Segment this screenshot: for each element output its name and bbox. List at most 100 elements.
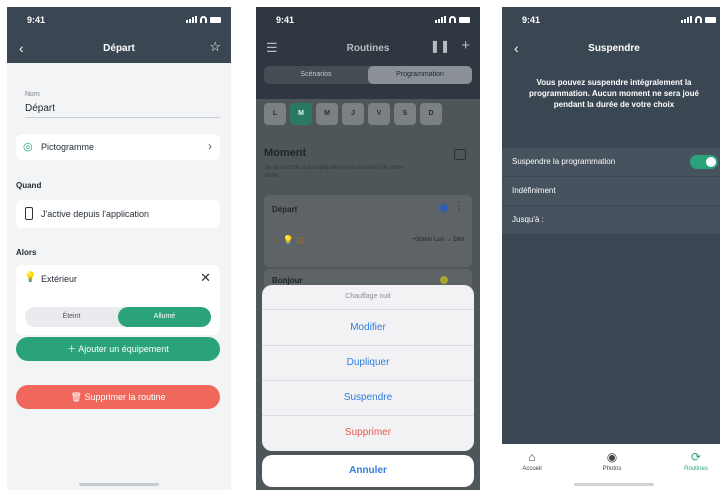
segment-off[interactable]: Éteint bbox=[25, 307, 118, 327]
name-label: Nom bbox=[25, 91, 40, 98]
battery-icon bbox=[210, 16, 221, 23]
duplicate-action[interactable]: Dupliquer bbox=[262, 345, 474, 381]
routines-icon: ⟳ bbox=[690, 450, 702, 464]
indefinitely-row[interactable]: Indéfiniment bbox=[502, 177, 720, 206]
status-dot-icon bbox=[440, 204, 448, 212]
pictogram-row[interactable]: ◎ Pictogramme › bbox=[16, 134, 220, 160]
trigger-row[interactable]: J'active depuis l'application bbox=[16, 200, 220, 228]
home-indicator bbox=[79, 483, 159, 486]
tab-home[interactable]: ⌂ Accueil bbox=[502, 450, 562, 472]
day-2[interactable]: M bbox=[316, 103, 338, 125]
tab-routines[interactable]: ⟳ Routines bbox=[666, 450, 720, 472]
wifi-icon bbox=[200, 16, 207, 23]
wifi-icon bbox=[695, 16, 702, 23]
trigger-label: J'active depuis l'application bbox=[41, 209, 149, 219]
tab-home-label: Accueil bbox=[522, 466, 542, 472]
camera-icon: ◉ bbox=[606, 450, 618, 464]
tab-routines-label: Routines bbox=[684, 466, 708, 472]
more-icon[interactable]: ⋮ bbox=[454, 201, 464, 212]
nav-bar: ‹ Suspendre bbox=[502, 33, 720, 63]
action-sheet-title: Chauffage nuit bbox=[262, 285, 474, 310]
status-bar: 9:41 bbox=[7, 7, 231, 33]
status-bar: 9:41 bbox=[502, 7, 720, 33]
when-title: Quand bbox=[16, 181, 42, 190]
tab-photos[interactable]: ◉ Photos bbox=[582, 450, 642, 472]
action-sheet: Chauffage nuit Modifier Dupliquer Suspen… bbox=[262, 285, 474, 451]
routine-card-depart[interactable]: Départ ⋮ ♨ 💡 ▤ +30min Lun → Dim bbox=[264, 195, 472, 267]
wifi-icon bbox=[449, 16, 456, 23]
star-icon[interactable]: ☆ bbox=[209, 39, 221, 55]
day-5[interactable]: S bbox=[394, 103, 416, 125]
routine-card-title: Bonjour bbox=[272, 276, 303, 285]
moment-description: Se déclenche automatiquement au moment d… bbox=[264, 165, 404, 179]
day-4[interactable]: V bbox=[368, 103, 390, 125]
calendar-icon[interactable] bbox=[454, 149, 466, 160]
routines-screen: 9:41 ☰ Routines ❚❚ + Scénarios Programma… bbox=[256, 7, 480, 490]
delete-routine-label: Supprimer la routine bbox=[84, 392, 166, 402]
close-icon[interactable]: ✕ bbox=[200, 270, 211, 286]
status-dot-icon bbox=[440, 276, 448, 284]
delete-routine-button[interactable]: 🗑 Supprimer la routine bbox=[16, 385, 220, 409]
status-bar: 9:41 bbox=[256, 7, 480, 33]
moment-title: Moment bbox=[264, 147, 307, 159]
device-name: Extérieur bbox=[41, 274, 78, 284]
suspend-label: Suspendre la programmation bbox=[512, 157, 616, 166]
day-selector: LMMJVSD bbox=[264, 103, 442, 125]
bulb-icon: 💡 bbox=[24, 272, 37, 283]
pause-icon[interactable]: ❚❚ bbox=[430, 39, 450, 53]
signal-icon bbox=[435, 16, 446, 23]
status-time: 9:41 bbox=[276, 15, 295, 25]
then-title: Alors bbox=[16, 248, 37, 257]
until-label: Jusqu'à : bbox=[512, 215, 544, 224]
suspend-screen: 9:41 ‹ Suspendre Vous pouvez suspendre i… bbox=[502, 7, 720, 490]
page-title: Départ bbox=[103, 43, 135, 54]
status-time: 9:41 bbox=[27, 15, 46, 25]
day-3[interactable]: J bbox=[342, 103, 364, 125]
add-device-button[interactable]: ＋ Ajouter un équipement bbox=[16, 337, 220, 361]
indefinitely-label: Indéfiniment bbox=[512, 186, 556, 195]
devices-icons: ♨ 💡 ▤ bbox=[272, 235, 305, 245]
cancel-button[interactable]: Annuler bbox=[262, 455, 474, 487]
status-icons bbox=[435, 16, 470, 23]
home-icon: ⌂ bbox=[528, 450, 536, 464]
routine-card-title: Départ bbox=[272, 205, 298, 214]
plus-icon[interactable]: + bbox=[461, 37, 470, 54]
on-off-segmented: Éteint Allumé bbox=[25, 307, 211, 327]
day-0[interactable]: L bbox=[264, 103, 286, 125]
pictogram-label: Pictogramme bbox=[41, 142, 95, 152]
tab-photos-label: Photos bbox=[602, 466, 622, 472]
tab-programming[interactable]: Programmation bbox=[368, 66, 472, 84]
add-device-label: Ajouter un équipement bbox=[78, 344, 169, 354]
until-row[interactable]: Jusqu'à : bbox=[502, 206, 720, 235]
suspend-action[interactable]: Suspendre bbox=[262, 380, 474, 416]
pictogram-icon: ◎ bbox=[23, 141, 33, 153]
nav-bar: ‹ Départ ☆ bbox=[7, 33, 231, 63]
suspend-toggle-row: Suspendre la programmation bbox=[502, 148, 720, 177]
modify-action[interactable]: Modifier bbox=[262, 310, 474, 346]
page-title: Suspendre bbox=[588, 43, 640, 54]
signal-icon bbox=[681, 16, 692, 23]
signal-icon bbox=[186, 16, 197, 23]
battery-icon bbox=[705, 16, 716, 23]
day-1[interactable]: M bbox=[290, 103, 312, 125]
delete-action[interactable]: Supprimer bbox=[262, 415, 474, 450]
suspend-toggle[interactable] bbox=[690, 155, 718, 169]
plus-icon: ＋ bbox=[67, 344, 79, 354]
suspend-description: Vous pouvez suspendre intégralement la p… bbox=[529, 78, 699, 109]
status-icons bbox=[186, 16, 221, 23]
routine-edit-screen: 9:41 ‹ Départ ☆ Nom Départ ◎ Pictogramme… bbox=[7, 7, 231, 490]
day-6[interactable]: D bbox=[420, 103, 442, 125]
name-underline bbox=[25, 117, 220, 118]
phone-icon bbox=[25, 207, 33, 220]
tab-bar: ⌂ Accueil ◉ Photos ⟳ Routines bbox=[502, 444, 720, 490]
routine-card-time: +30min Lun → Dim bbox=[412, 237, 464, 243]
tab-scenarios[interactable]: Scénarios bbox=[264, 66, 368, 84]
status-time: 9:41 bbox=[522, 15, 541, 25]
routine-tabs: Scénarios Programmation bbox=[264, 66, 472, 84]
battery-icon bbox=[459, 16, 470, 23]
chevron-right-icon: › bbox=[208, 139, 212, 153]
status-icons bbox=[681, 16, 716, 23]
trash-icon: 🗑 bbox=[70, 392, 85, 402]
name-input[interactable]: Départ bbox=[25, 103, 55, 114]
segment-on[interactable]: Allumé bbox=[118, 307, 211, 327]
